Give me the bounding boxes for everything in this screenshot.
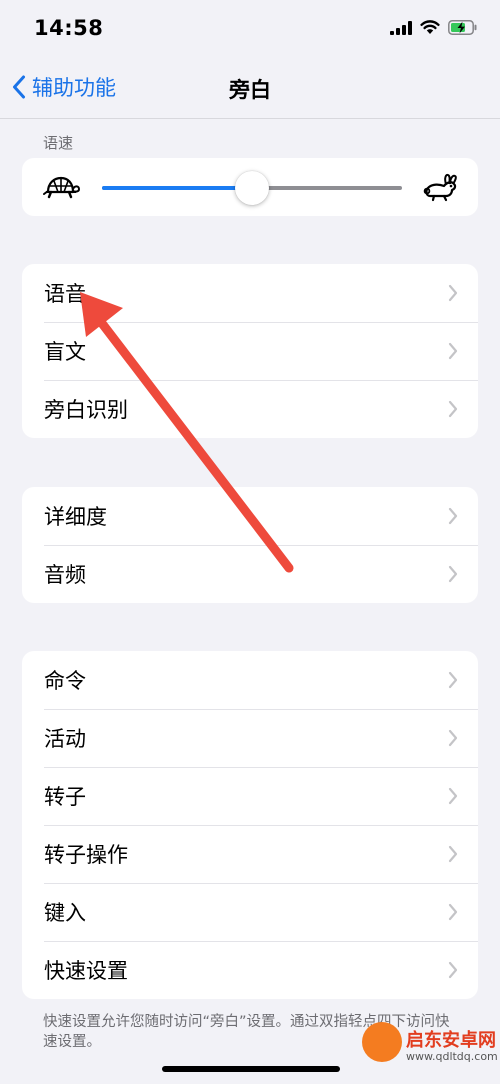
chevron-right-icon — [448, 671, 458, 689]
list-item-verbosity[interactable]: 详细度 — [22, 487, 478, 545]
speech-rate-header: 语速 — [43, 134, 74, 152]
status-icons — [390, 20, 478, 35]
page-title: 旁白 — [229, 78, 271, 102]
chevron-right-icon — [448, 565, 458, 583]
list-item-label: 活动 — [44, 727, 86, 751]
settings-group-verbosity: 详细度 音频 — [22, 487, 478, 603]
list-item-label: 命令 — [44, 669, 86, 693]
status-bar: 14:58 — [0, 0, 500, 60]
home-indicator — [162, 1066, 340, 1072]
navigation-bar: 辅助功能 旁白 — [0, 60, 500, 119]
watermark-url: www.qdltdq.com — [406, 1050, 498, 1063]
list-item-label: 转子操作 — [44, 843, 128, 867]
list-item-audio[interactable]: 音频 — [22, 545, 478, 603]
chevron-right-icon — [448, 787, 458, 805]
list-item-voiceover-recognition[interactable]: 旁白识别 — [22, 380, 478, 438]
speech-rate-card — [22, 158, 478, 216]
rabbit-icon — [423, 173, 457, 202]
status-time: 14:58 — [34, 16, 104, 40]
speech-rate-slider[interactable] — [102, 171, 402, 205]
battery-charging-icon — [448, 20, 477, 35]
list-item-quick-settings[interactable]: 快速设置 — [22, 941, 478, 999]
list-item-label: 旁白识别 — [44, 398, 128, 422]
chevron-right-icon — [448, 961, 458, 979]
chevron-right-icon — [448, 845, 458, 863]
list-item-commands[interactable]: 命令 — [22, 651, 478, 709]
cellular-signal-icon — [390, 20, 412, 35]
list-item-rotor[interactable]: 转子 — [22, 767, 478, 825]
watermark-title: 启东安卓网 — [406, 1030, 496, 1051]
list-item-label: 快速设置 — [44, 959, 128, 983]
chevron-right-icon — [448, 729, 458, 747]
list-item-label: 语音 — [44, 282, 86, 306]
settings-group-speech: 语音 盲文 旁白识别 — [22, 264, 478, 438]
settings-group-commands: 命令 活动 转子 转子操作 键入 快速设置 — [22, 651, 478, 999]
turtle-icon — [43, 176, 80, 199]
chevron-right-icon — [448, 400, 458, 418]
list-item-activities[interactable]: 活动 — [22, 709, 478, 767]
list-item-speech[interactable]: 语音 — [22, 264, 478, 322]
slider-knob[interactable] — [235, 171, 269, 205]
list-item-label: 转子 — [44, 785, 86, 809]
list-item-typing[interactable]: 键入 — [22, 883, 478, 941]
list-item-label: 键入 — [44, 901, 86, 925]
watermark-logo-icon — [362, 1022, 402, 1062]
slider-fill — [102, 186, 252, 190]
chevron-right-icon — [448, 342, 458, 360]
list-item-label: 详细度 — [44, 505, 107, 529]
chevron-right-icon — [448, 903, 458, 921]
wifi-icon — [420, 20, 440, 34]
chevron-right-icon — [448, 507, 458, 525]
list-item-braille[interactable]: 盲文 — [22, 322, 478, 380]
chevron-right-icon — [448, 284, 458, 302]
list-item-rotor-actions[interactable]: 转子操作 — [22, 825, 478, 883]
list-item-label: 音频 — [44, 563, 86, 587]
list-item-label: 盲文 — [44, 340, 86, 364]
watermark-logo: 启东安卓网 www.qdltdq.com — [362, 1016, 498, 1078]
